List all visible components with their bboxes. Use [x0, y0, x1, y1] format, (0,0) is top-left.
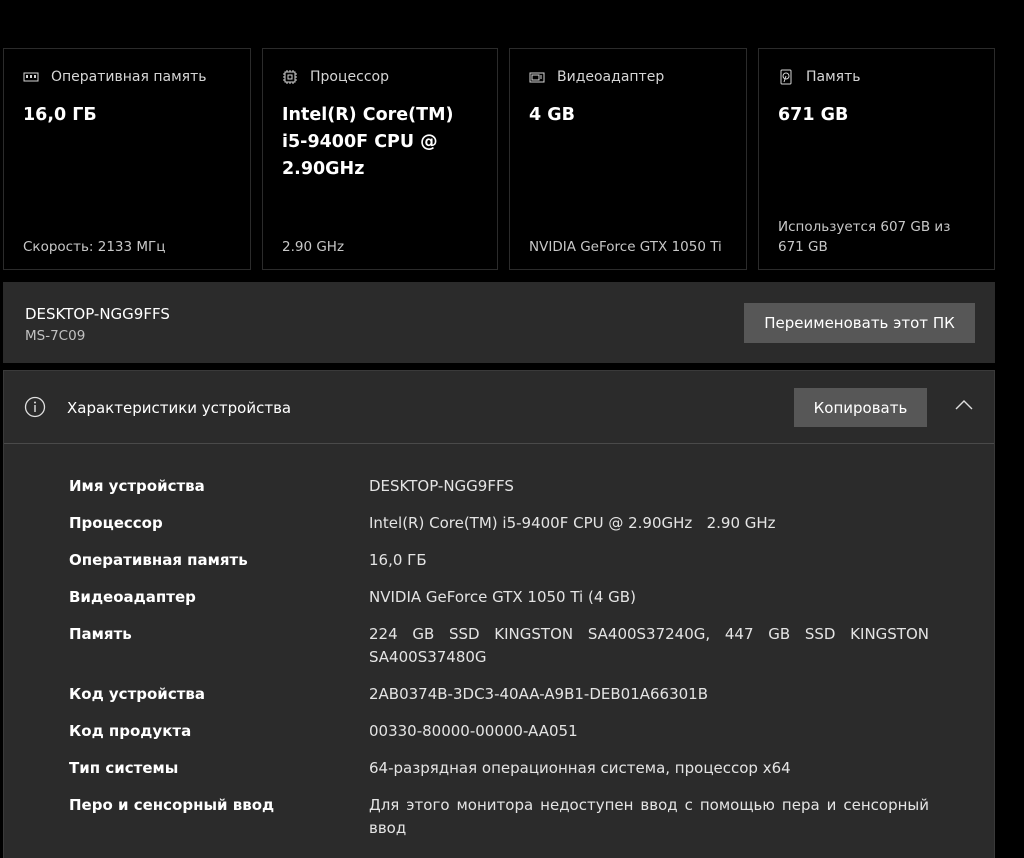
card-storage-footer: Используется 607 GB из 671 GB [778, 219, 951, 255]
device-name-bar: DESKTOP-NGG9FFS MS-7C09 Переименовать эт… [3, 282, 995, 363]
card-storage-header: Память [778, 69, 861, 85]
spec-value: 224 GB SSD KINGSTON SA400S37240G, 447 GB… [369, 625, 929, 666]
spec-value: Для этого монитора недоступен ввод с пом… [369, 796, 929, 837]
card-processor-title: Процессор [310, 69, 389, 85]
device-name: DESKTOP-NGG9FFS [25, 305, 170, 323]
chevron-up-icon[interactable] [954, 397, 974, 411]
card-processor-header: Процессор [282, 69, 389, 85]
spec-value: 16,0 ГБ [369, 551, 427, 569]
info-icon [24, 396, 46, 418]
device-specs-panel: Характеристики устройства Копировать Имя… [3, 370, 995, 858]
spec-value: 2AB0374B-3DC3-40AA-A9B1-DEB01A66301B [369, 685, 709, 703]
card-ram: Оперативная память 16,0 ГБ Скорость: 213… [3, 48, 251, 270]
gpu-icon [529, 69, 545, 85]
card-gpu-header: Видеоадаптер [529, 69, 664, 85]
spec-value: Intel(R) Core(TM) i5-9400F CPU @ 2.90GHz… [369, 514, 776, 532]
spec-cards: Оперативная память 16,0 ГБ Скорость: 213… [3, 48, 995, 272]
card-gpu: Видеоадаптер 4 GB NVIDIA GeForce GTX 105… [509, 48, 747, 270]
spec-value: 64-разрядная операционная система, проце… [369, 759, 791, 777]
card-processor: Процессор Intel(R) Core(TM) i5-9400F CPU… [262, 48, 498, 270]
spec-value: 00330-80000-00000-AA051 [369, 722, 578, 740]
card-ram-header: Оперативная память [23, 69, 206, 85]
spec-label: Процессор [69, 514, 163, 532]
card-ram-title: Оперативная память [51, 69, 207, 85]
card-gpu-footer: NVIDIA GeForce GTX 1050 Ti [529, 239, 722, 255]
card-processor-footer: 2.90 GHz [282, 239, 345, 255]
spec-label: Видеоадаптер [69, 588, 196, 606]
spec-label: Оперативная память [69, 551, 248, 569]
spec-label: Перо и сенсорный ввод [69, 796, 275, 814]
card-storage-value: 671 GB [778, 105, 849, 125]
card-ram-footer: Скорость: 2133 МГц [23, 239, 166, 255]
spec-label: Код устройства [69, 685, 206, 703]
spec-label: Имя устройства [69, 477, 205, 495]
rename-pc-button[interactable]: Переименовать этот ПК [744, 303, 975, 343]
card-ram-value: 16,0 ГБ [23, 105, 97, 125]
system-about-page: Оперативная память 16,0 ГБ Скорость: 213… [0, 0, 1024, 858]
storage-icon [778, 69, 794, 85]
processor-icon [282, 69, 298, 85]
spec-label: Код продукта [69, 722, 192, 740]
card-storage-title: Память [806, 69, 861, 85]
card-gpu-value: 4 GB [529, 105, 575, 125]
ram-icon [23, 69, 39, 85]
spec-value: NVIDIA GeForce GTX 1050 Ti (4 GB) [369, 588, 636, 606]
spec-value: DESKTOP-NGG9FFS [369, 477, 514, 495]
device-specs-header[interactable]: Характеристики устройства Копировать [4, 371, 994, 444]
card-storage: Память 671 GB Используется 607 GB из 671… [758, 48, 995, 270]
device-model: MS-7C09 [25, 328, 86, 344]
copy-button[interactable]: Копировать [794, 388, 927, 427]
card-gpu-title: Видеоадаптер [557, 69, 665, 85]
spec-label: Память [69, 625, 132, 643]
spec-label: Тип системы [69, 759, 179, 777]
card-processor-value: Intel(R) Core(TM) i5-9400F CPU @ 2.90GHz [282, 105, 454, 179]
device-specs-title: Характеристики устройства [67, 399, 292, 417]
